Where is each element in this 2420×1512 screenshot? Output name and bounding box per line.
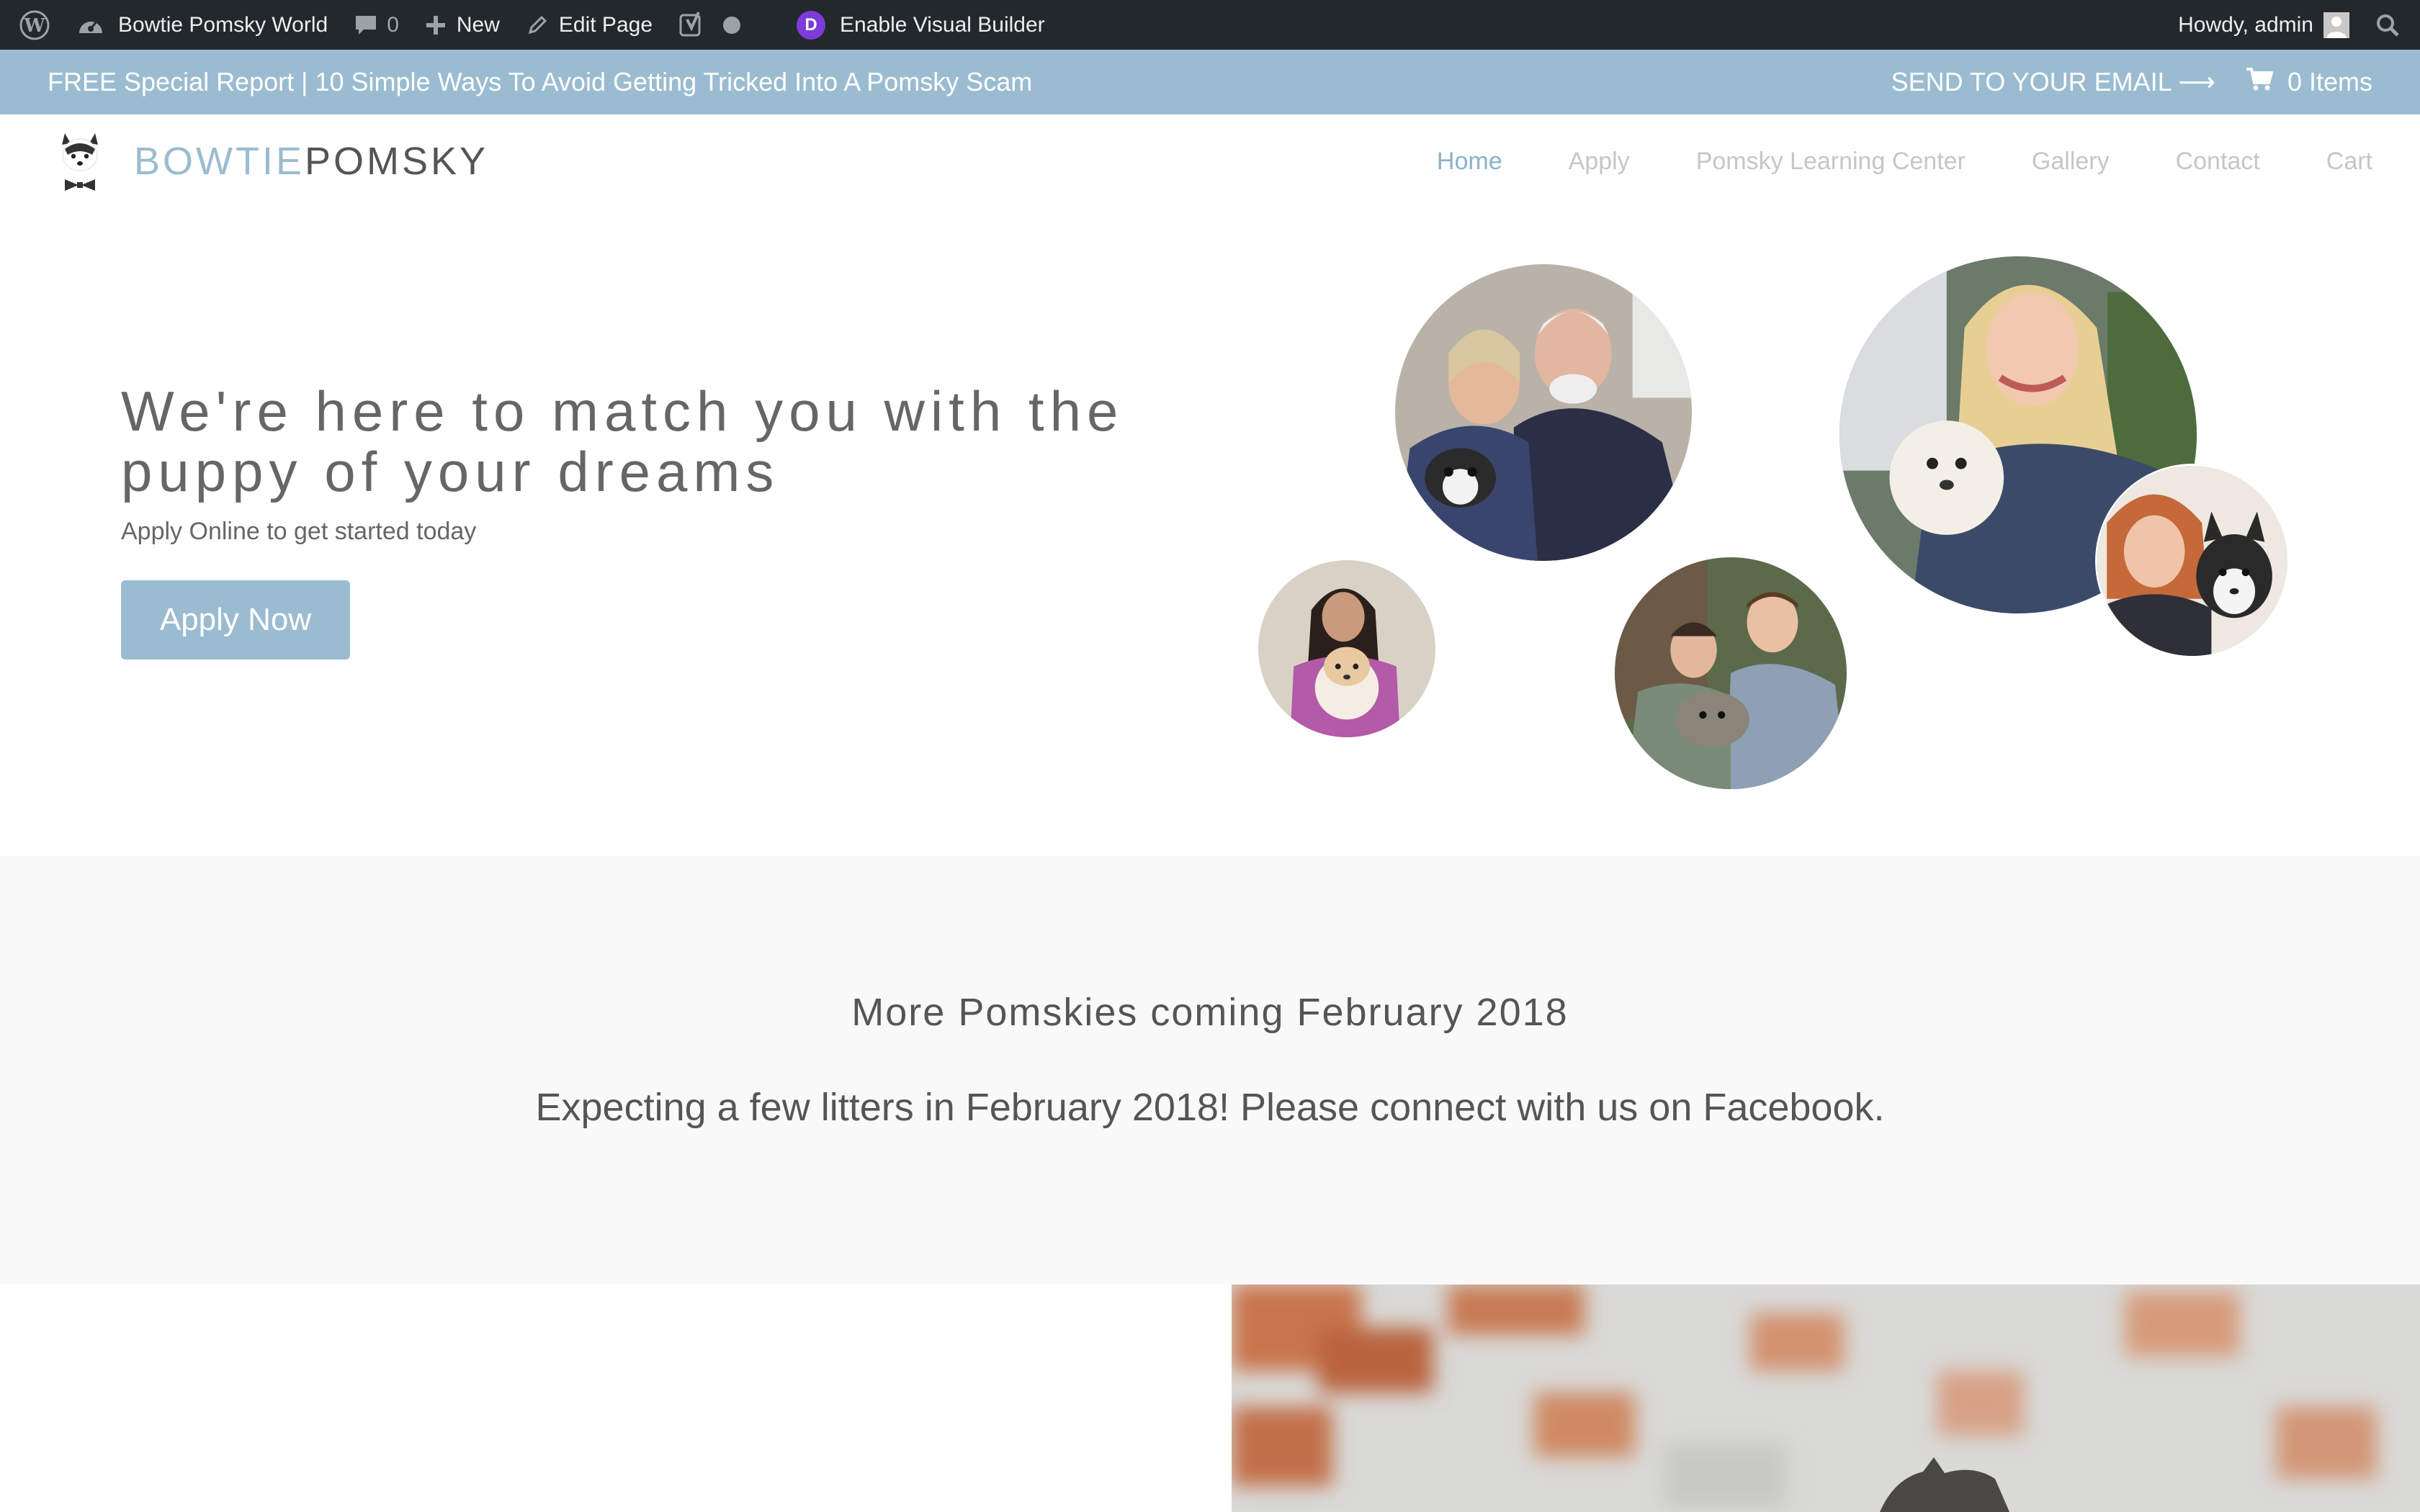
cart-link[interactable]: 0 Items (2246, 67, 2372, 98)
promo-bar: FREE Special Report | 10 Simple Ways To … (0, 50, 2420, 114)
photo-couple-with-gray-puppy (1615, 557, 1847, 789)
photo-redhead-with-husky-puppy (2095, 464, 2290, 658)
yoast-seo-menu[interactable] (666, 0, 755, 50)
admin-search-button[interactable] (2362, 0, 2413, 50)
nav-pomsky-learning-center[interactable]: Pomsky Learning Center (1696, 148, 1966, 176)
yoast-icon (678, 11, 704, 40)
nav-gallery[interactable]: Gallery (2032, 148, 2110, 176)
site-header: BOWTIEPOMSKY Home Apply Pomsky Learning … (0, 114, 2420, 208)
nav-contact[interactable]: Contact (2176, 148, 2260, 176)
admin-bar-left: W Bowtie Pomsky World 0 New Edit Page D … (0, 0, 1058, 50)
hero-subtitle: Apply Online to get started today (121, 518, 477, 545)
visual-builder-label: Enable Visual Builder (840, 12, 1045, 37)
admin-bar-right: Howdy, admin (2165, 0, 2420, 50)
search-icon (2375, 13, 2400, 37)
plus-icon (425, 14, 447, 36)
site-name: Bowtie Pomsky World (118, 12, 328, 37)
new-content-menu[interactable]: New (412, 0, 513, 50)
my-account-menu[interactable]: Howdy, admin (2165, 0, 2362, 50)
logo-wordmark: BOWTIEPOMSKY (134, 139, 488, 184)
site-name-menu[interactable]: Bowtie Pomsky World (63, 0, 341, 50)
promo-actions: SEND TO YOUR EMAIL ⟶ 0 Items (1891, 67, 2372, 98)
pomsky-brick-wall-photo (1232, 1284, 2420, 1512)
new-label: New (456, 12, 500, 37)
edit-page-link[interactable]: Edit Page (513, 0, 666, 50)
logo-part-pomsky: POMSKY (305, 140, 489, 183)
divi-icon: D (797, 10, 825, 40)
svg-text:W: W (23, 15, 45, 37)
hero-section: We're here to match you with the puppy o… (0, 208, 2420, 856)
wp-admin-bar: W Bowtie Pomsky World 0 New Edit Page D … (0, 0, 2420, 50)
user-icon (2323, 12, 2349, 38)
cart-icon (2246, 67, 2274, 98)
comment-icon (354, 14, 378, 37)
nav-apply[interactable]: Apply (1569, 148, 1630, 176)
visual-builder-button[interactable]: D Enable Visual Builder (784, 0, 1058, 50)
photo-girl-with-fluffy-puppy (1258, 560, 1435, 737)
pomsky-bowtie-logo-icon (55, 127, 105, 196)
status-dot-icon (722, 15, 742, 35)
cart-count: 0 Items (2287, 67, 2372, 96)
announcement-body: Expecting a few litters in February 2018… (535, 1086, 1885, 1129)
edit-page-label: Edit Page (558, 12, 653, 37)
site-logo[interactable]: BOWTIEPOMSKY (55, 127, 488, 196)
dashboard-icon (76, 13, 105, 37)
main-nav: Home Apply Pomsky Learning Center Galler… (1437, 148, 2372, 176)
pencil-icon (526, 14, 549, 37)
apply-now-button[interactable]: Apply Now (121, 580, 350, 660)
photo-couple-with-puppy (1395, 264, 1692, 561)
special-report-link[interactable]: FREE Special Report | 10 Simple Ways To … (48, 67, 1032, 97)
wordpress-menu[interactable]: W (6, 0, 63, 50)
hero-title: We're here to match you with the puppy o… (121, 379, 1124, 503)
comments-link[interactable]: 0 (341, 0, 412, 50)
logo-part-bowtie: BOWTIE (134, 140, 305, 183)
wordpress-icon: W (19, 9, 50, 41)
announcement-title: More Pomskies coming February 2018 (851, 991, 1569, 1034)
greeting: Howdy, admin (2178, 12, 2313, 37)
announcement-section: More Pomskies coming February 2018 Expec… (0, 856, 2420, 1284)
comments-count: 0 (387, 12, 399, 37)
nav-cart[interactable]: Cart (2326, 148, 2372, 176)
hero-text: We're here to match you with the puppy o… (121, 381, 1201, 660)
nav-home[interactable]: Home (1437, 148, 1502, 176)
send-to-email-link[interactable]: SEND TO YOUR EMAIL ⟶ (1891, 67, 2215, 97)
